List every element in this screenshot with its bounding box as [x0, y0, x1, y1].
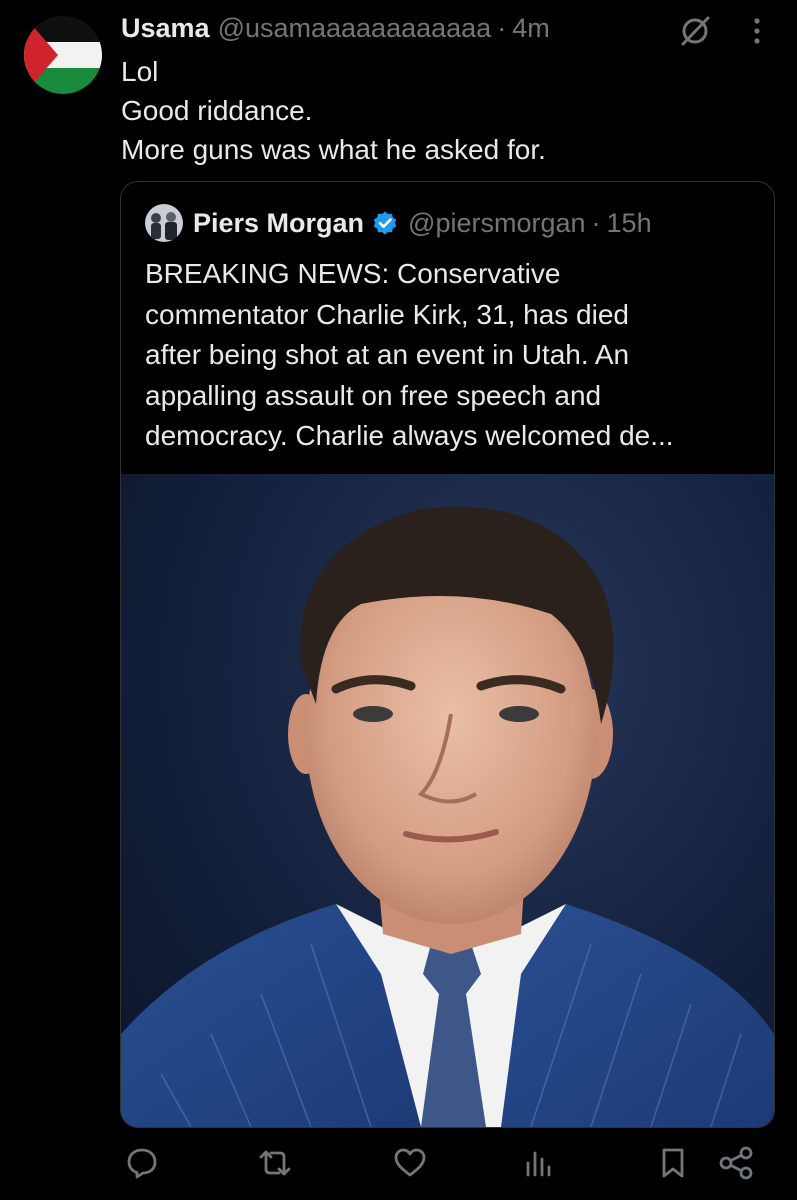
author-name[interactable]: Usama — [121, 13, 210, 44]
share-icon[interactable] — [717, 1145, 755, 1186]
tweet-text-line: More guns was what he asked for. — [121, 134, 546, 165]
more-vertical-icon[interactable] — [748, 14, 766, 53]
tweet-text: Lol Good riddance. More guns was what he… — [121, 52, 761, 169]
quoted-timestamp[interactable]: 15h — [607, 208, 652, 239]
quoted-tweet-text: BREAKING NEWS: Conservative commentator … — [145, 254, 755, 457]
bookmark-icon[interactable] — [657, 1145, 689, 1186]
header-separator: · — [497, 12, 507, 43]
quoted-text-line: appalling assault on free speech and — [145, 379, 602, 411]
palestine-flag-avatar-icon — [24, 16, 102, 94]
quoted-text-line: after being shot at an event in Utah. An — [145, 339, 630, 370]
repost-icon[interactable] — [255, 1145, 295, 1186]
author-avatar[interactable] — [24, 16, 102, 94]
verified-badge-icon — [372, 210, 398, 236]
quoted-text-line: democracy. Charlie always welcomed de... — [145, 420, 674, 451]
quoted-author-avatar[interactable] — [145, 204, 183, 242]
tweet-action-bar — [0, 1145, 797, 1185]
portrait-photo — [121, 506, 774, 1127]
quoted-header-separator: · — [591, 207, 601, 238]
quoted-text-line: BREAKING NEWS: Conservative — [145, 258, 561, 289]
quoted-tweet-photo[interactable] — [121, 474, 774, 1127]
reply-icon[interactable] — [124, 1145, 160, 1186]
grok-icon[interactable] — [678, 14, 712, 53]
quoted-tweet-card[interactable]: Piers Morgan @piersmorgan · 15h BREAKING… — [120, 181, 775, 1128]
views-icon[interactable] — [522, 1145, 554, 1186]
tweet-header: Usama @usamaaaaaaaaaaaa · 4m — [121, 10, 550, 46]
author-handle[interactable]: @usamaaaaaaaaaaaa — [218, 13, 492, 44]
quoted-author-name[interactable]: Piers Morgan — [193, 208, 364, 239]
tweet-text-line: Lol — [121, 56, 159, 87]
tweet-text-line: Good riddance. — [121, 95, 313, 126]
quoted-tweet-header: Piers Morgan @piersmorgan · 15h — [145, 203, 652, 243]
tweet-timestamp[interactable]: 4m — [512, 13, 550, 44]
quoted-text-line: commentator Charlie Kirk, 31, has died — [145, 298, 629, 330]
quoted-author-handle[interactable]: @piersmorgan — [408, 208, 585, 239]
like-icon[interactable] — [392, 1145, 428, 1186]
